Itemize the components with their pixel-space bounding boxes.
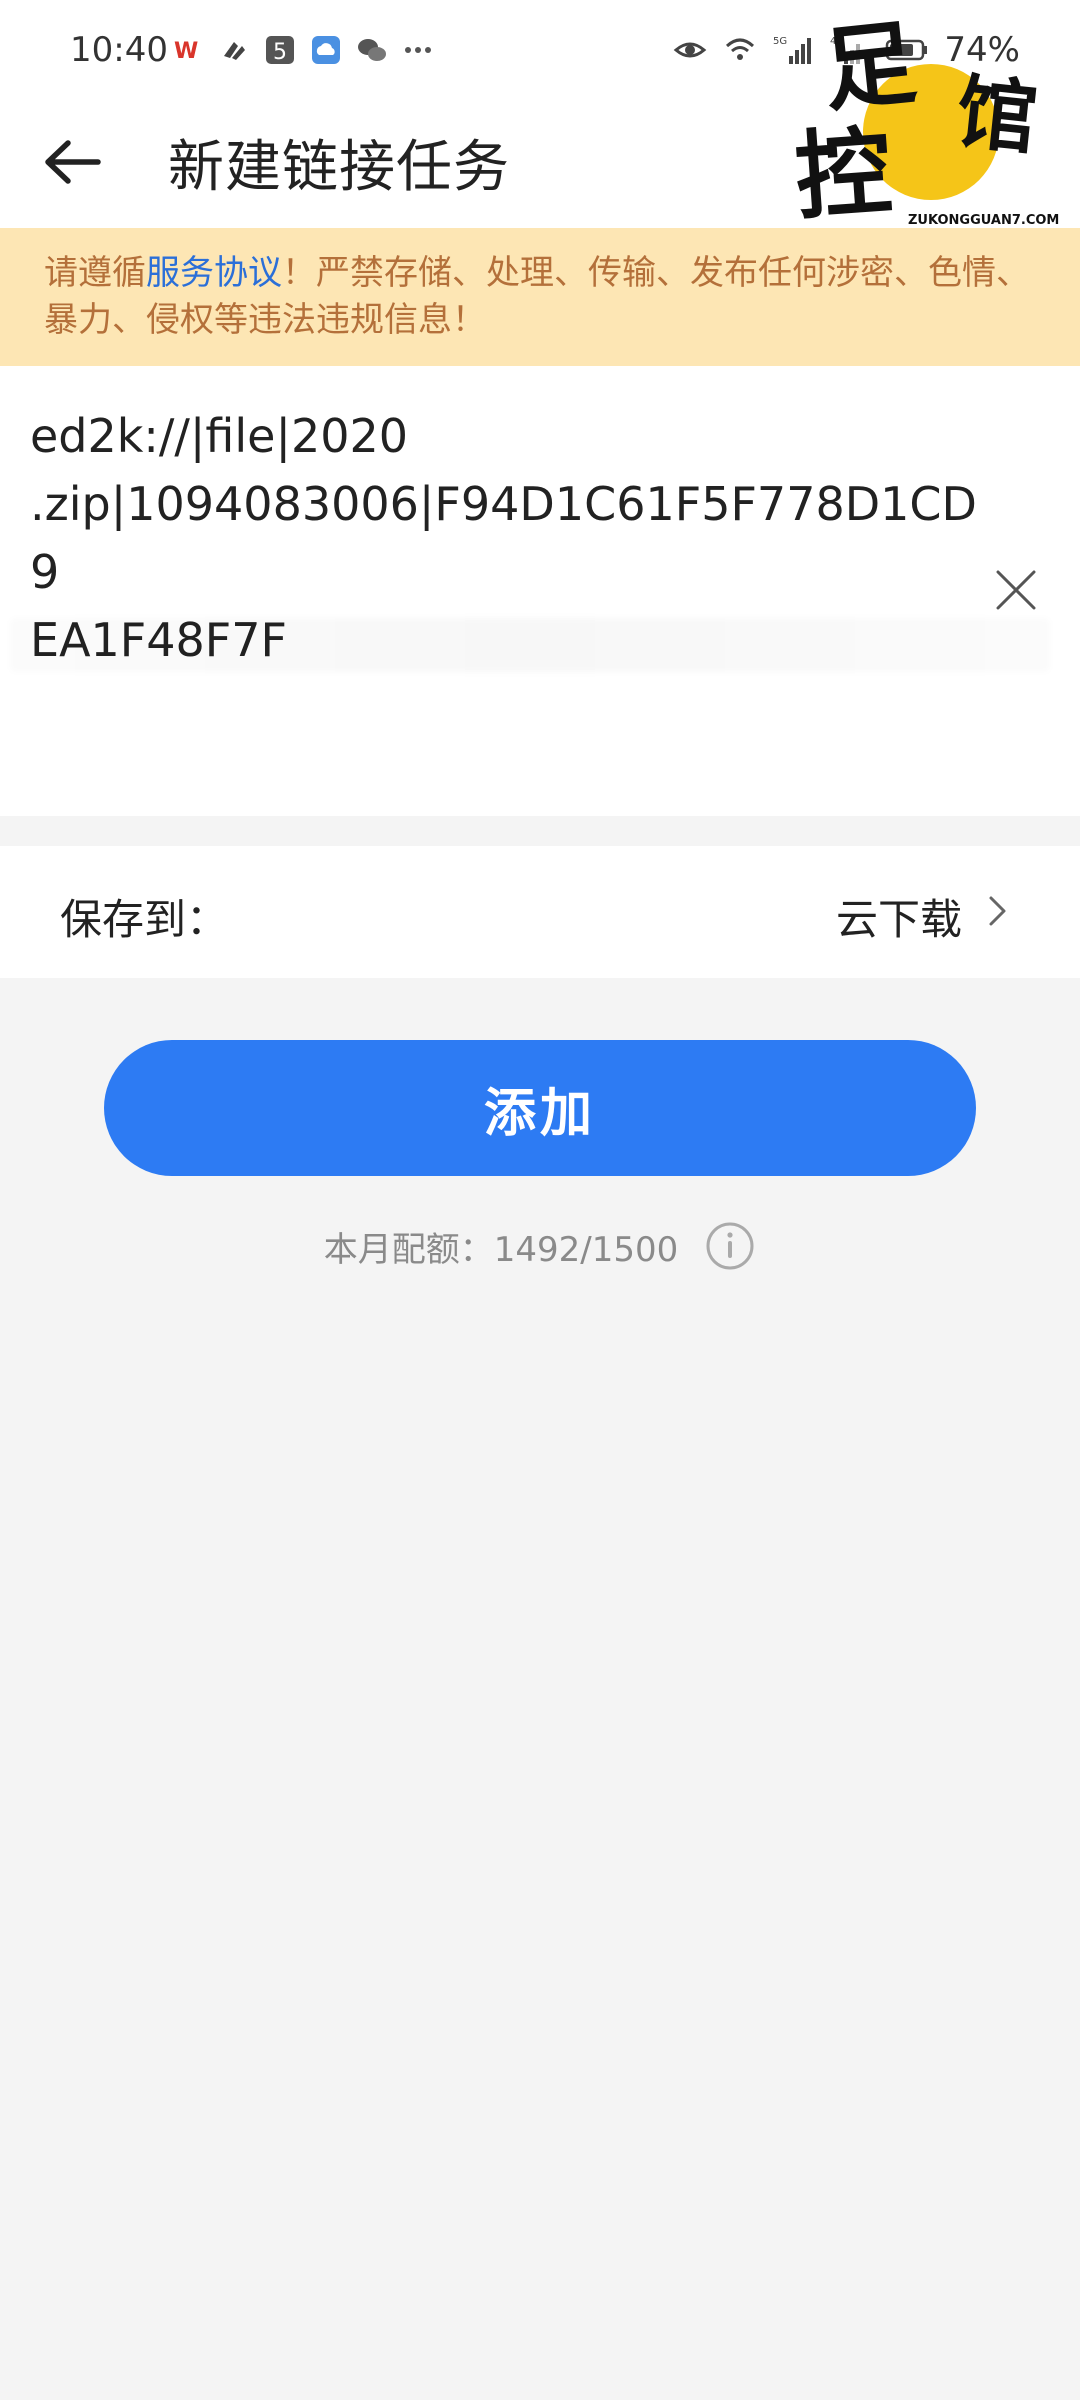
back-arrow-icon bbox=[45, 140, 101, 184]
five-icon: 5 bbox=[266, 36, 294, 65]
logo-sub-text: ZUKONGGUAN7.COM bbox=[908, 213, 1059, 228]
status-time: 10:40 bbox=[70, 30, 168, 70]
status-icons-left: W 5 bbox=[172, 34, 434, 66]
svg-text:5G: 5G bbox=[773, 36, 787, 47]
svg-text:馆: 馆 bbox=[952, 64, 1041, 166]
chevron-right-icon bbox=[989, 896, 1006, 926]
save-to-row[interactable]: 保存到： 云下载 bbox=[0, 846, 1080, 978]
svg-text:控: 控 bbox=[796, 114, 895, 232]
quota-text: 本月配额：1492/1500 bbox=[323, 1229, 679, 1270]
service-agreement-link[interactable]: 服务协议 bbox=[146, 253, 282, 293]
eye-icon bbox=[674, 42, 707, 58]
more-dots-icon bbox=[405, 47, 431, 53]
wechat-icon bbox=[358, 39, 386, 61]
notice-prefix: 请遵循 bbox=[44, 253, 146, 293]
site-logo: 足 馆 控 ZUKONGGUAN7.COM bbox=[796, 12, 1059, 232]
policy-notice: 请遵循服务协议！严禁存储、处理、传输、发布任何涉密、色情、暴力、侵权等违法违规信… bbox=[0, 228, 1080, 366]
page-title: 新建链接任务 bbox=[168, 135, 510, 200]
quota-row: 本月配额：1492/1500 bbox=[0, 1220, 1080, 1272]
link-input-area[interactable]: ed2k://|file|2020 .zip|1094083006|F94D1C… bbox=[0, 366, 1080, 816]
clear-icon[interactable] bbox=[988, 562, 1044, 618]
back-button[interactable] bbox=[36, 126, 108, 198]
input-ghost-divider bbox=[10, 618, 1050, 672]
save-to-label: 保存到： bbox=[60, 895, 229, 944]
svg-text:W: W bbox=[174, 39, 198, 64]
svg-text:5: 5 bbox=[273, 40, 287, 65]
add-button[interactable]: 添加 bbox=[104, 1040, 976, 1176]
info-icon[interactable] bbox=[704, 1220, 756, 1272]
wps-icon: W bbox=[174, 39, 198, 64]
svg-text:足: 足 bbox=[818, 12, 921, 125]
wifi-icon bbox=[726, 38, 755, 60]
cloud-icon bbox=[312, 36, 340, 64]
save-to-value: 云下载 bbox=[835, 895, 962, 944]
app-icon bbox=[224, 42, 245, 60]
